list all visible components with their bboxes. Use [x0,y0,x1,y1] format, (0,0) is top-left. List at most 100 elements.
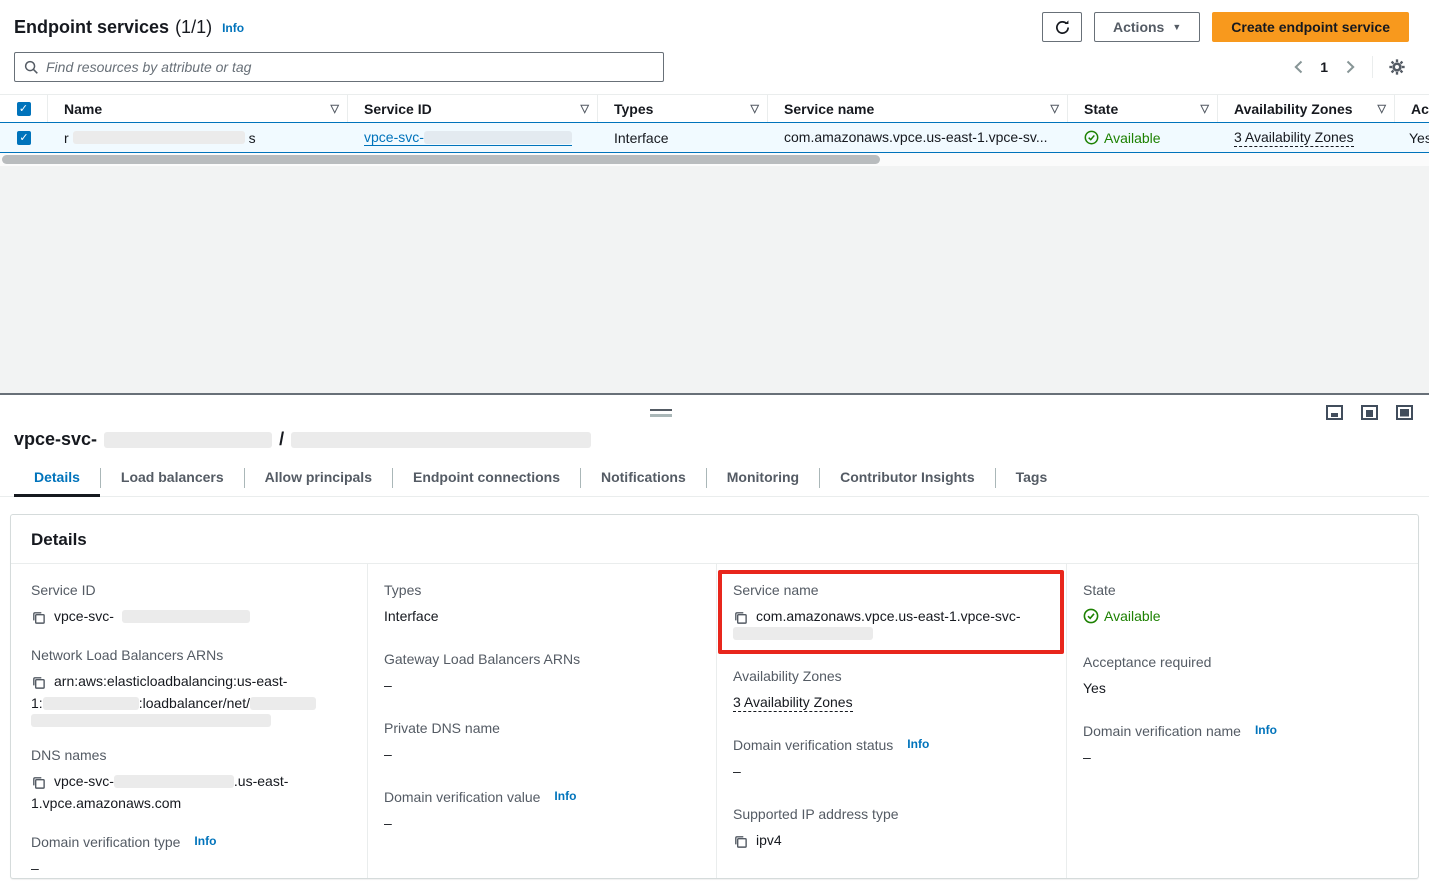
details-card-title: Details [11,515,1418,564]
panel-size-full-button[interactable] [1396,405,1413,420]
filter-icon[interactable]: ▽ [1378,102,1386,115]
state-value: Available [1104,130,1161,146]
filter-icon[interactable]: ▽ [1051,102,1059,115]
field-label: Service ID [31,582,351,598]
refresh-button[interactable] [1042,12,1082,42]
redacted-text [31,714,271,727]
field-label: Private DNS name [384,720,700,736]
copy-icon[interactable] [31,610,46,625]
field-label: Network Load Balancers ARNs [31,647,351,663]
panel-size-medium-button[interactable] [1361,405,1378,420]
tab-monitoring[interactable]: Monitoring [707,460,819,496]
field-acceptance-required: Acceptance required Yes [1083,654,1402,699]
field-label: Domain verification value [384,789,540,805]
field-value: – [384,743,700,765]
column-header-acceptance-required[interactable]: Acceptance required [1395,95,1429,122]
refresh-icon [1054,19,1071,36]
column-header-service-name[interactable]: Service name ▽ [768,95,1068,122]
cell-service-name: com.amazonaws.vpce.us-east-1.vpce-sv... [768,123,1068,152]
ip-type-value: ipv4 [756,829,782,851]
availability-zones-value[interactable]: 3 Availability Zones [733,694,853,712]
pagination: 1 [1288,55,1409,79]
column-header-state[interactable]: State ▽ [1068,95,1218,122]
filter-icon[interactable]: ▽ [1201,102,1209,115]
availability-zones-value[interactable]: 3 Availability Zones [1234,129,1354,147]
tab-details[interactable]: Details [14,460,100,497]
cell-availability-zones: 3 Availability Zones [1218,129,1395,147]
field-types: Types Interface [384,582,700,627]
state-value: Available [1104,605,1161,627]
info-link[interactable]: Info [907,737,929,751]
current-page[interactable]: 1 [1320,59,1328,75]
info-link[interactable]: Info [554,789,576,803]
field-value: – [384,674,700,696]
filter-icon[interactable]: ▽ [581,102,589,115]
copy-icon[interactable] [31,675,46,690]
field-supported-ip-type: Supported IP address type ipv4 [733,806,1050,851]
copy-icon[interactable] [733,610,748,625]
search-input[interactable] [46,59,654,75]
column-header-availability-zones[interactable]: Availability Zones ▽ [1218,95,1395,122]
cell-name: r s [48,130,348,146]
copy-icon[interactable] [31,775,46,790]
table-row[interactable]: ✓ r s vpce-svc- Interface com.amazonaws.… [0,122,1429,153]
search-icon [24,60,39,75]
dns-suffix: .us-east- [234,770,288,792]
field-label: Domain verification status [733,737,893,753]
column-label: Acceptance required [1411,101,1429,117]
field-domain-verification-value: Domain verification value Info – [384,789,700,834]
tab-notifications[interactable]: Notifications [581,460,706,496]
acceptance-value: Yes [1409,130,1429,146]
scrollbar-thumb[interactable] [2,155,880,164]
detail-tabs: Details Load balancers Allow principals … [0,460,1429,497]
actions-button-label: Actions [1113,19,1164,35]
panel-size-small-button[interactable] [1326,405,1343,420]
field-label: State [1083,582,1402,598]
field-nlb-arns: Network Load Balancers ARNs arn:aws:elas… [31,647,351,727]
field-label: Availability Zones [733,668,1050,684]
actions-button[interactable]: Actions ▼ [1094,12,1200,42]
toolbar-divider [1372,56,1373,78]
field-domain-verification-type: Domain verification type Info – [31,834,351,879]
field-value: – [1083,746,1402,768]
column-label: State [1084,101,1118,117]
dns-line2: 1.vpce.amazonaws.com [31,792,181,814]
column-header-types[interactable]: Types ▽ [598,95,768,122]
service-id-prefix: vpce-svc- [54,605,114,627]
column-header-name[interactable]: Name ▽ [48,95,348,122]
row-checkbox[interactable]: ✓ [17,131,31,145]
nlb-arn-line2: 1: [31,692,43,714]
next-page-button[interactable] [1340,57,1360,77]
redacted-text [73,131,245,144]
details-column-4: State Available Acceptance required Yes [1067,564,1418,879]
tab-endpoint-connections[interactable]: Endpoint connections [393,460,580,496]
tab-load-balancers[interactable]: Load balancers [101,460,244,496]
field-label: Service name [733,582,1050,598]
search-box[interactable] [14,52,664,82]
table-settings-button[interactable] [1385,55,1409,79]
info-link[interactable]: Info [194,834,216,848]
service-name-highlight: Service name com.amazonaws.vpce.us-east-… [718,570,1064,654]
check-circle-icon [1083,608,1099,624]
panel-drag-handle[interactable] [650,409,672,417]
filter-icon[interactable]: ▽ [751,102,759,115]
filter-icon[interactable]: ▽ [331,102,339,115]
cell-service-id: vpce-svc- [348,129,598,146]
redacted-text [291,432,591,448]
create-endpoint-service-button[interactable]: Create endpoint service [1212,12,1409,42]
tab-contributor-insights[interactable]: Contributor Insights [820,460,995,496]
select-all-cell: ✓ [0,95,48,122]
select-all-checkbox[interactable]: ✓ [17,102,31,116]
copy-icon[interactable] [733,834,748,849]
info-link[interactable]: Info [1255,723,1277,737]
service-name-value: com.amazonaws.vpce.us-east-1.vpce-svc- [756,605,1021,627]
name-fragment: s [249,130,256,146]
column-label: Name [64,101,102,117]
details-column-2: Types Interface Gateway Load Balancers A… [368,564,717,879]
tab-allow-principals[interactable]: Allow principals [245,460,392,496]
previous-page-button[interactable] [1288,57,1308,77]
tab-tags[interactable]: Tags [996,460,1068,496]
column-header-service-id[interactable]: Service ID ▽ [348,95,598,122]
service-id-link[interactable]: vpce-svc- [364,129,572,146]
info-link[interactable]: Info [222,21,244,35]
